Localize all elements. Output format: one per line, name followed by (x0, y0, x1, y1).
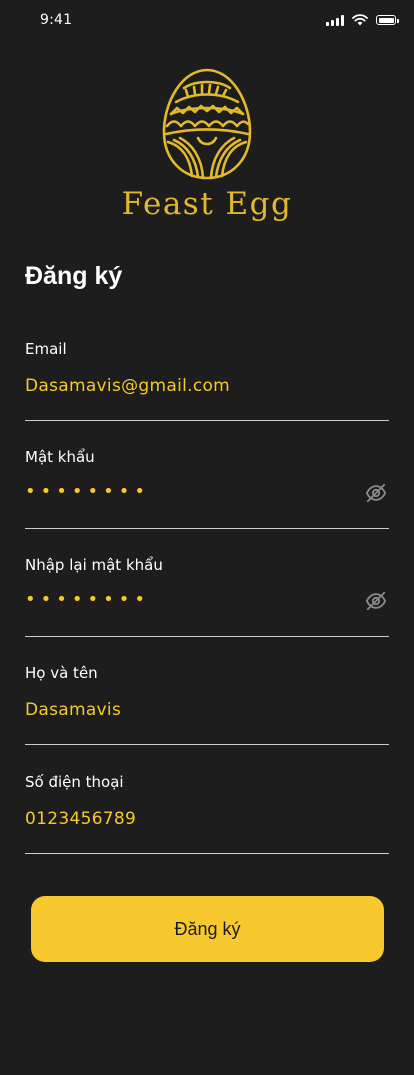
page-title: Đăng ký (25, 262, 123, 290)
status-icons (326, 14, 399, 26)
register-button[interactable]: Đăng ký (31, 896, 384, 962)
logo-text: Feast Egg (121, 186, 293, 222)
full-name-input[interactable]: Dasamavis (25, 700, 121, 720)
wifi-icon (352, 14, 368, 26)
phone-input[interactable]: 0123456789 (25, 809, 136, 829)
password-input[interactable]: •••••••• (25, 481, 150, 502)
eye-off-icon[interactable] (365, 482, 387, 504)
confirm-password-label: Nhập lại mật khẩu (25, 556, 163, 574)
full-name-label: Họ và tên (25, 664, 98, 682)
status-time: 9:41 (40, 12, 73, 28)
confirm-password-field[interactable]: Nhập lại mật khẩu •••••••• (25, 556, 389, 637)
password-label: Mật khẩu (25, 448, 95, 466)
eye-off-icon[interactable] (365, 590, 387, 612)
email-label: Email (25, 340, 67, 358)
confirm-password-input[interactable]: •••••••• (25, 589, 150, 610)
password-field[interactable]: Mật khẩu •••••••• (25, 448, 389, 529)
full-name-field[interactable]: Họ và tên Dasamavis (25, 664, 389, 745)
status-bar: 9:41 (0, 0, 414, 44)
email-input[interactable]: Dasamavis@gmail.com (25, 376, 230, 396)
phone-field[interactable]: Số điện thoại 0123456789 (25, 773, 389, 854)
battery-icon (376, 15, 399, 25)
cellular-signal-icon (326, 14, 344, 26)
phone-label: Số điện thoại (25, 773, 124, 791)
egg-logo-icon (162, 68, 252, 180)
email-field[interactable]: Email Dasamavis@gmail.com (25, 340, 389, 421)
app-logo: Feast Egg (0, 66, 414, 222)
